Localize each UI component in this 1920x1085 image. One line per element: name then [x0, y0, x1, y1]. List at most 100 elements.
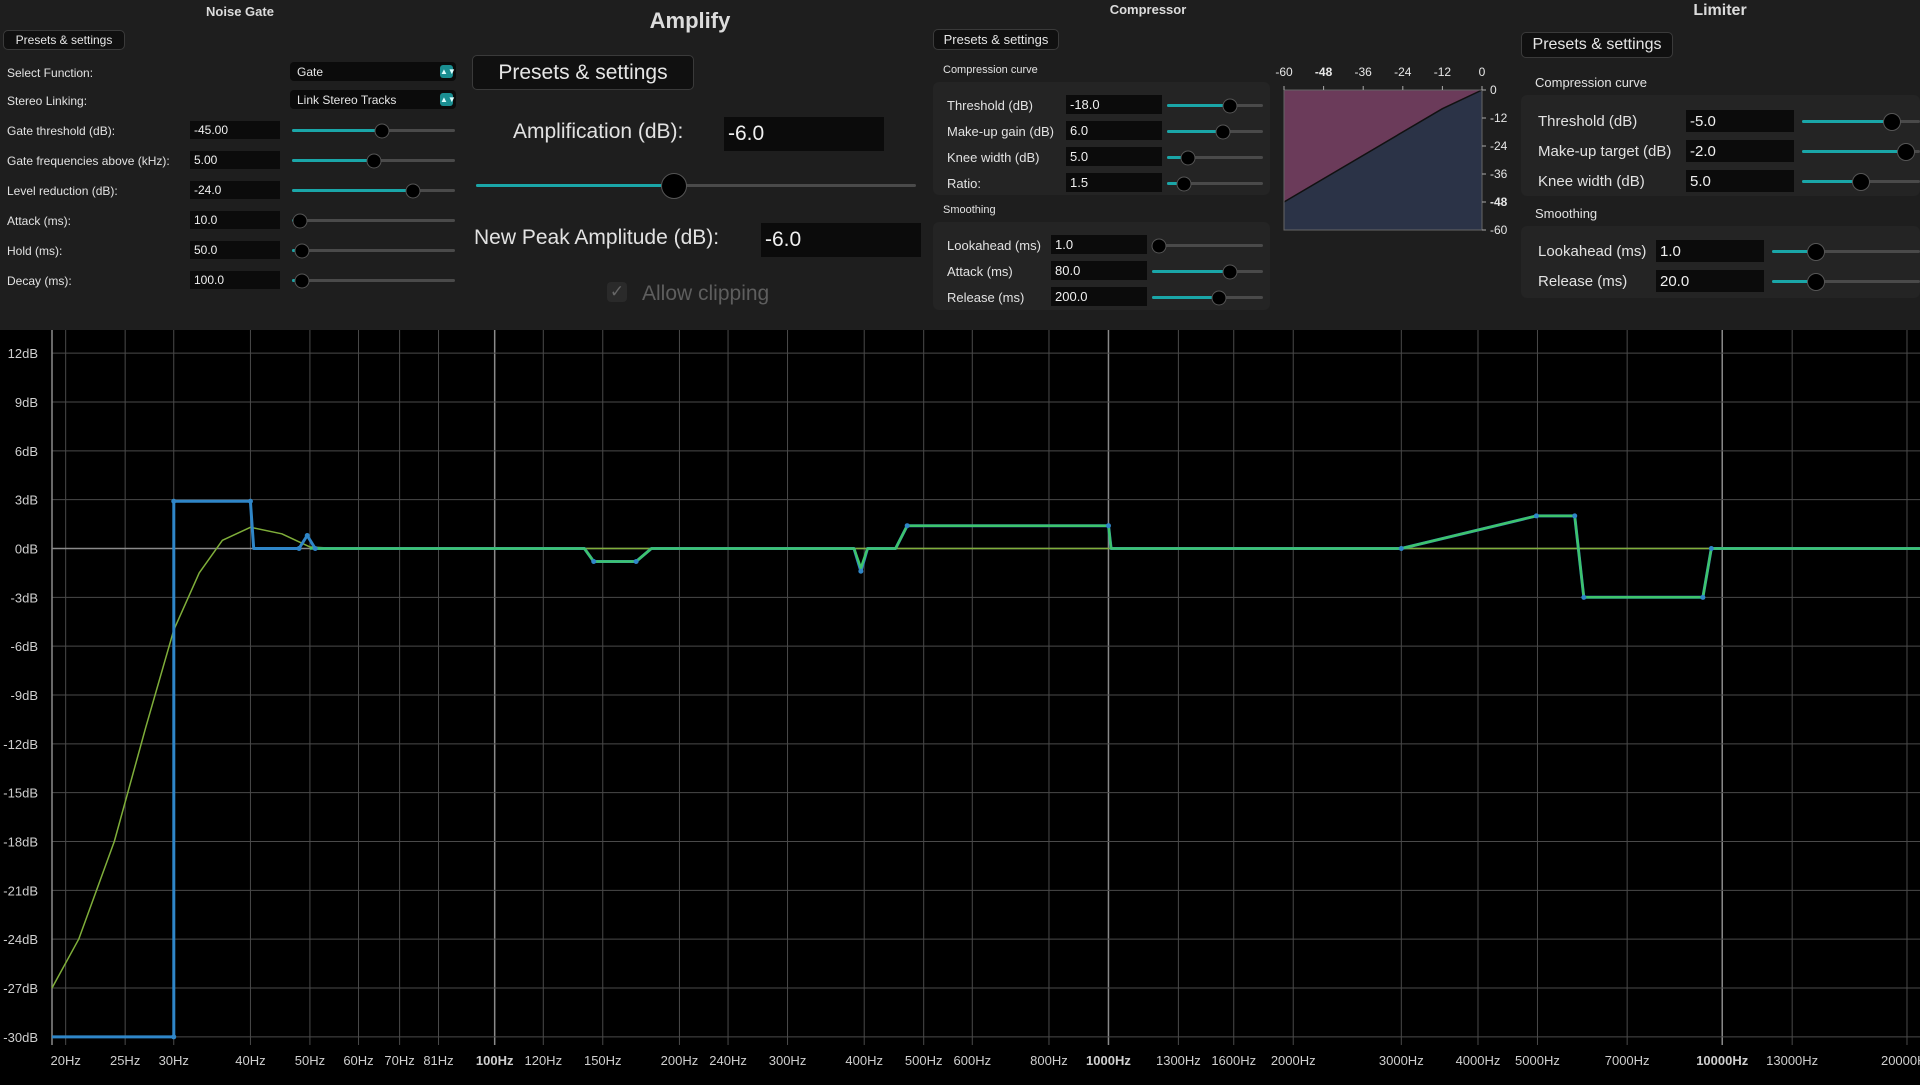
- eq-control-point[interactable]: [304, 532, 310, 538]
- release-slider-knob[interactable]: [1807, 272, 1826, 291]
- noise-gate-panel: Noise Gate Presets & settings Select Fun…: [0, 0, 460, 330]
- level-reduction-slider-knob[interactable]: [405, 183, 421, 198]
- eq-control-point[interactable]: [312, 545, 318, 551]
- amplification-input[interactable]: -6.0: [724, 117, 884, 151]
- hold-label: Hold (ms):: [7, 244, 63, 258]
- amplification-slider[interactable]: [476, 172, 916, 199]
- select-function-label: Select Function:: [7, 66, 94, 80]
- release-input[interactable]: 20.0: [1656, 270, 1764, 292]
- eq-control-point[interactable]: [1581, 594, 1587, 600]
- make-up-target-input[interactable]: -2.0: [1686, 140, 1794, 162]
- threshold-slider-knob[interactable]: [1222, 98, 1238, 113]
- x-tick-label: 1000Hz: [1086, 1053, 1131, 1068]
- hold-slider[interactable]: [292, 243, 455, 258]
- gate-frequencies-above-slider-knob[interactable]: [366, 153, 381, 168]
- eq-control-point[interactable]: [1105, 523, 1111, 529]
- decay-slider[interactable]: [292, 273, 455, 288]
- release-slider[interactable]: [1152, 290, 1263, 305]
- ratio-slider[interactable]: [1167, 176, 1263, 191]
- knee-width-slider[interactable]: [1802, 172, 1920, 191]
- threshold-slider[interactable]: [1802, 112, 1920, 131]
- eq-control-point[interactable]: [1398, 545, 1404, 551]
- ratio-slider-knob[interactable]: [1176, 176, 1192, 191]
- x-tick-label: 81Hz: [423, 1053, 453, 1068]
- threshold-input[interactable]: -5.0: [1686, 110, 1794, 132]
- lookahead-input[interactable]: 1.0: [1656, 240, 1764, 262]
- y-tick-label: 3dB: [15, 493, 38, 508]
- threshold-slider[interactable]: [1167, 98, 1263, 113]
- eq-control-point[interactable]: [247, 498, 253, 504]
- y-tick-label: -6dB: [11, 639, 38, 654]
- knee-width-slider[interactable]: [1167, 150, 1263, 165]
- knee-width-slider-knob[interactable]: [1180, 150, 1196, 165]
- release-slider-fill: [1152, 296, 1219, 299]
- gate-frequencies-above-slider[interactable]: [292, 153, 455, 168]
- knee-width-input[interactable]: 5.0: [1066, 147, 1162, 166]
- make-up-gain-slider[interactable]: [1167, 124, 1263, 139]
- release-slider-knob[interactable]: [1211, 290, 1227, 305]
- eq-control-point[interactable]: [904, 523, 910, 529]
- ratio-input[interactable]: 1.5: [1066, 173, 1162, 192]
- allow-clipping-checkbox[interactable]: ✓: [607, 282, 627, 302]
- stereo-linking-dropdown[interactable]: Link Stereo Tracks ▲▼: [290, 90, 456, 109]
- lookahead-slider-knob[interactable]: [1807, 242, 1826, 261]
- attack-label: Attack (ms):: [7, 214, 72, 228]
- select-function-dropdown[interactable]: Gate ▲▼: [290, 62, 456, 81]
- amplify-presets-button[interactable]: Presets & settings: [472, 55, 694, 90]
- eq-control-point[interactable]: [1533, 513, 1539, 519]
- decay-input[interactable]: 100.0: [190, 271, 280, 289]
- attack-slider-knob[interactable]: [292, 213, 308, 228]
- threshold-slider-knob[interactable]: [1882, 112, 1901, 131]
- lookahead-slider[interactable]: [1772, 242, 1920, 261]
- eq-control-point[interactable]: [171, 1034, 177, 1040]
- lookahead-input[interactable]: 1.0: [1051, 235, 1147, 254]
- make-up-target-slider[interactable]: [1802, 142, 1920, 161]
- lookahead-slider[interactable]: [1151, 238, 1263, 253]
- attack-slider[interactable]: [292, 213, 455, 228]
- hold-slider-knob[interactable]: [294, 243, 310, 258]
- level-reduction-slider[interactable]: [292, 183, 455, 198]
- amplification-slider-knob[interactable]: [661, 172, 687, 199]
- eq-control-point[interactable]: [858, 568, 864, 574]
- eq-control-point[interactable]: [633, 559, 639, 565]
- new-peak-input[interactable]: -6.0: [761, 223, 921, 257]
- compressor-presets-button[interactable]: Presets & settings: [933, 29, 1059, 50]
- attack-slider[interactable]: [1152, 264, 1263, 279]
- hold-input[interactable]: 50.0: [190, 241, 280, 259]
- release-slider[interactable]: [1772, 272, 1920, 291]
- make-up-target-label: Make-up target (dB): [1538, 143, 1672, 160]
- make-up-target-slider-knob[interactable]: [1896, 142, 1915, 161]
- threshold-input[interactable]: -18.0: [1066, 95, 1162, 114]
- lookahead-slider-knob[interactable]: [1151, 238, 1167, 253]
- limiter-presets-button[interactable]: Presets & settings: [1521, 32, 1673, 58]
- threshold-slider-fill: [1802, 120, 1892, 123]
- release-input[interactable]: 200.0: [1051, 287, 1147, 306]
- make-up-gain-input[interactable]: 6.0: [1066, 121, 1162, 140]
- eq-control-point[interactable]: [1700, 594, 1706, 600]
- gate-frequencies-above-input[interactable]: 5.00: [190, 151, 280, 169]
- y-tick-label: -12dB: [3, 737, 38, 752]
- make-up-gain-slider-knob[interactable]: [1215, 124, 1231, 139]
- gate-threshold-input[interactable]: -45.00: [190, 121, 280, 139]
- eq-control-point[interactable]: [591, 559, 597, 565]
- eq-control-point[interactable]: [296, 545, 302, 551]
- decay-slider-knob[interactable]: [294, 273, 310, 288]
- gate-frequencies-above-slider-fill: [292, 159, 374, 162]
- level-reduction-input[interactable]: -24.0: [190, 181, 280, 199]
- knee-width-slider-knob[interactable]: [1852, 172, 1870, 191]
- attack-input[interactable]: 10.0: [190, 211, 280, 229]
- eq-control-point[interactable]: [1708, 545, 1714, 551]
- attack-slider-knob[interactable]: [1222, 264, 1238, 279]
- limiter-panel: Limiter Presets & settings Compression c…: [1515, 0, 1920, 330]
- gate-threshold-slider-knob[interactable]: [374, 123, 390, 138]
- x-tick-label: 50Hz: [295, 1053, 325, 1068]
- gate-threshold-slider[interactable]: [292, 123, 455, 138]
- noise-gate-presets-button[interactable]: Presets & settings: [3, 30, 125, 50]
- eq-control-point[interactable]: [1572, 513, 1578, 519]
- attack-input[interactable]: 80.0: [1051, 261, 1147, 280]
- y-tick-label: 9dB: [15, 395, 38, 410]
- select-function-value: Gate: [297, 64, 324, 79]
- x-tick-label: 4000Hz: [1456, 1053, 1501, 1068]
- eq-control-point[interactable]: [171, 498, 177, 504]
- knee-width-input[interactable]: 5.0: [1686, 170, 1794, 192]
